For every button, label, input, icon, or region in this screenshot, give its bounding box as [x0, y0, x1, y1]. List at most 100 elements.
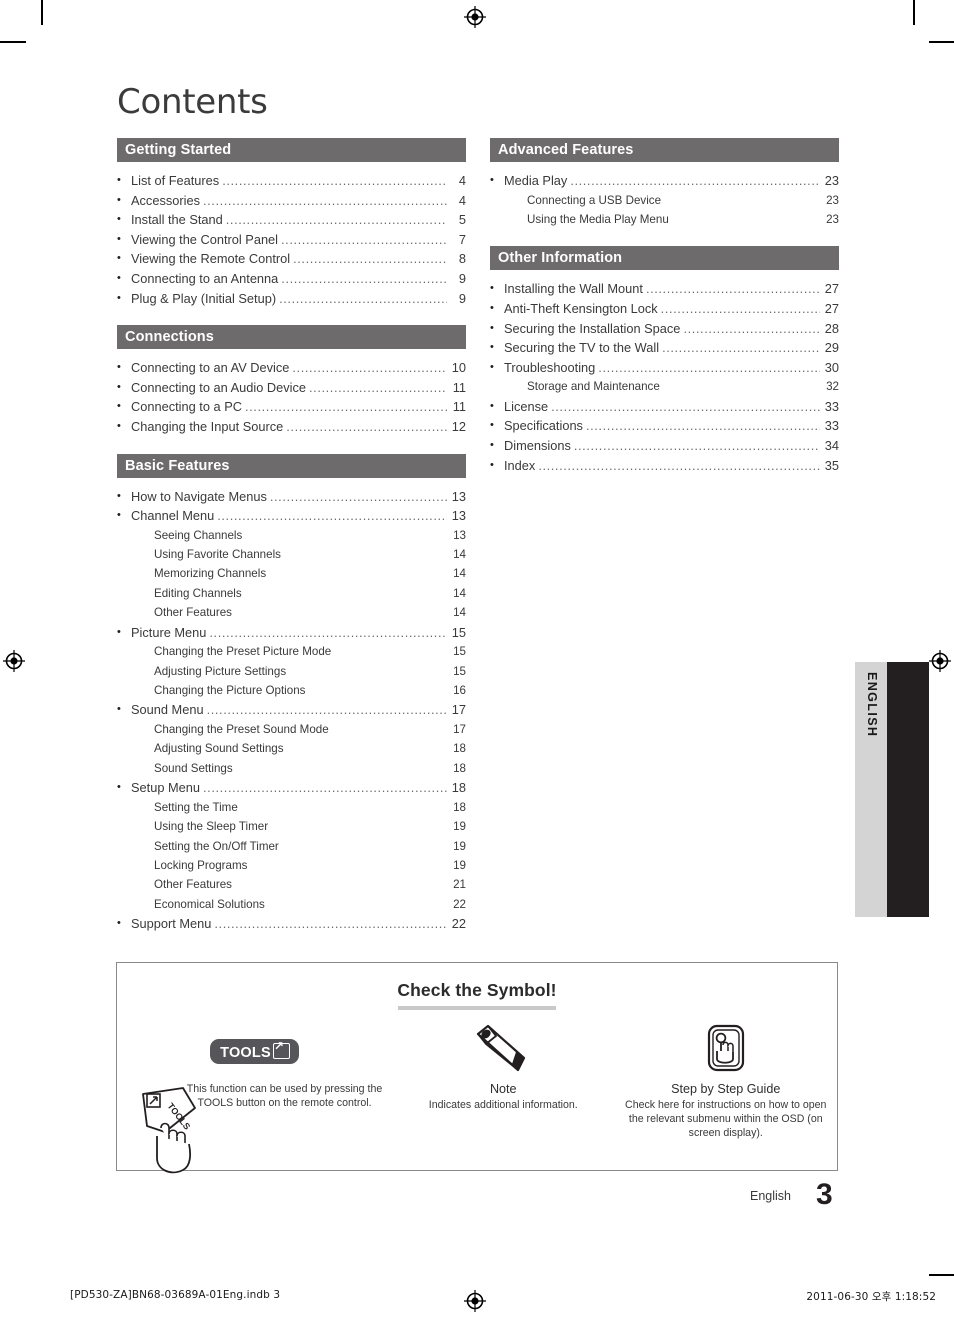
toc-entry-page: 16 — [453, 684, 466, 698]
toc-entry-page: 9 — [458, 290, 466, 306]
toc-dot-leader: ........................................… — [236, 759, 447, 779]
toc-entry[interactable]: Sound Menu..............................… — [117, 700, 466, 720]
toc-dot-leader: ........................................… — [308, 681, 447, 701]
toc-dot-leader: ........................................… — [269, 488, 447, 504]
toc-entry-page: 15 — [453, 664, 466, 678]
print-footer-timestamp: 2011-06-30 오후 1:18:52 — [806, 1291, 936, 1303]
toc-entry-page: 18 — [451, 780, 466, 796]
toc-entry[interactable]: Troubleshooting.........................… — [490, 358, 839, 378]
toc-dot-leader: ........................................… — [672, 210, 820, 230]
toc-entry-page: 23 — [824, 173, 839, 188]
toc-entry[interactable]: Connecting to an Audio Device...........… — [117, 378, 466, 398]
toc-bullet-icon — [117, 378, 131, 398]
toc-entry[interactable]: Economical Solutions....................… — [117, 895, 466, 914]
toc-entry[interactable]: Changing the Preset Picture Mode........… — [117, 642, 466, 661]
toc-dot-leader: ........................................… — [269, 564, 447, 584]
toc-entry-label: Support Menu — [131, 916, 212, 932]
toc-entry-label: Accessories — [131, 192, 200, 208]
toc-entry[interactable]: Plug & Play (Initial Setup).............… — [117, 289, 466, 309]
toc-entry-label: Seeing Channels — [154, 528, 243, 542]
toc-entry[interactable]: Viewing the Remote Control..............… — [117, 249, 466, 269]
toc-entry[interactable]: Locking Programs........................… — [117, 856, 466, 875]
toc-entry-page: 13 — [451, 508, 466, 524]
toc-entry[interactable]: Securing the TV to the Wall.............… — [490, 338, 839, 358]
toc-entry[interactable]: Picture Menu............................… — [117, 623, 466, 643]
toc-dot-leader: ........................................… — [281, 270, 447, 286]
crop-mark-top-right-vertical — [913, 0, 915, 25]
toc-entry[interactable]: Specifications..........................… — [490, 416, 839, 436]
toc-dot-leader: ........................................… — [250, 856, 447, 876]
toc-entry-label: Connecting to an Audio Device — [131, 379, 307, 395]
toc-entry[interactable]: Installing the Wall Mount...............… — [490, 279, 839, 299]
toc-bullet-icon — [117, 230, 131, 250]
toc-dot-leader: ........................................… — [286, 418, 447, 434]
toc-entry-page: 4 — [458, 192, 466, 208]
toc-entry-page: 33 — [824, 398, 839, 414]
toc-entry[interactable]: Index...................................… — [490, 456, 839, 476]
toc-entry[interactable]: Changing the Picture Options............… — [117, 681, 466, 700]
toc-section: Advanced Features Media Play.............… — [490, 138, 839, 229]
toc-entry[interactable]: Connecting to a PC......................… — [117, 397, 466, 417]
toc-entry-label: List of Features — [131, 173, 220, 188]
toc-entry[interactable]: Channel Menu............................… — [117, 506, 466, 526]
symbol-item-step-guide: Step by Step Guide Check here for instru… — [615, 1024, 838, 1140]
toc-entry[interactable]: Media Play..............................… — [490, 171, 839, 191]
toc-dot-leader: ........................................… — [225, 212, 447, 228]
toc-entry[interactable]: Seeing Channels.........................… — [117, 526, 466, 545]
toc-entry-page: 22 — [451, 916, 466, 932]
toc-entry-page: 17 — [453, 723, 466, 737]
toc-entry-page: 15 — [453, 645, 466, 659]
toc-entry[interactable]: List of Features........................… — [117, 171, 466, 191]
toc-entry[interactable]: Other Features..........................… — [117, 875, 466, 894]
toc-dot-leader: ........................................… — [241, 798, 447, 818]
toc-entry[interactable]: Connecting a USB Device.................… — [490, 191, 839, 210]
toc-entry[interactable]: Setting the On/Off Timer................… — [117, 837, 466, 856]
toc-entry[interactable]: Viewing the Control Panel...............… — [117, 230, 466, 250]
toc-bullet-icon — [490, 299, 504, 319]
toc-entry[interactable]: Adjusting Sound Settings................… — [117, 739, 466, 758]
toc-entry-label: Using the Sleep Timer — [154, 820, 269, 834]
toc-entry[interactable]: Securing the Installation Space.........… — [490, 319, 839, 339]
toc-entry[interactable]: Adjusting Picture Settings..............… — [117, 662, 466, 681]
toc-entry[interactable]: How to Navigate Menus...................… — [117, 487, 466, 507]
toc-dot-leader: ........................................… — [573, 437, 820, 453]
toc-dot-leader: ........................................… — [268, 895, 447, 915]
toc-entry[interactable]: Support Menu............................… — [117, 914, 466, 934]
toc-entry-label: Changing the Input Source — [131, 418, 284, 434]
toc-bullet-icon — [117, 623, 131, 643]
toc-entry[interactable]: Anti-Theft Kensington Lock..............… — [490, 299, 839, 319]
toc-entry[interactable]: Storage and Maintenance.................… — [490, 377, 839, 396]
toc-entry-page: 13 — [451, 488, 466, 504]
toc-entry-label: Connecting a USB Device — [527, 193, 662, 207]
toc-entry[interactable]: Using the Sleep Timer...................… — [117, 817, 466, 836]
toc-entry[interactable]: Dimensions..............................… — [490, 436, 839, 456]
toc-entry[interactable]: Connecting to an Antenna................… — [117, 269, 466, 289]
toc-entry[interactable]: Install the Stand.......................… — [117, 210, 466, 230]
toc-entry[interactable]: Setting the Time........................… — [117, 798, 466, 817]
toc-entry[interactable]: Sound Settings..........................… — [117, 759, 466, 778]
toc-entry[interactable]: Accessories.............................… — [117, 191, 466, 211]
toc-dot-leader: ........................................… — [662, 340, 820, 356]
toc-entry[interactable]: Changing the Preset Sound Mode..........… — [117, 720, 466, 739]
tools-pill-label: TOOLS — [220, 1044, 271, 1061]
toc-entry[interactable]: Setup Menu..............................… — [117, 778, 466, 798]
toc-entry[interactable]: Using Favorite Channels.................… — [117, 545, 466, 564]
toc-entry-page: 33 — [824, 418, 839, 434]
toc-entry[interactable]: Memorizing Channels.....................… — [117, 565, 466, 584]
toc-entry[interactable]: Other Features..........................… — [117, 603, 466, 622]
toc-bullet-icon — [117, 191, 131, 211]
toc-entry[interactable]: Editing Channels........................… — [117, 584, 466, 603]
toc-bullet-icon — [490, 171, 504, 191]
toc-entry-page: 32 — [826, 380, 839, 394]
toc-entry-page: 29 — [824, 340, 839, 356]
toc-entry-page: 23 — [826, 212, 839, 226]
toc-entry[interactable]: Using the Media Play Menu...............… — [490, 210, 839, 229]
toc-bullet-icon — [490, 397, 504, 417]
symbol-item-note-heading: Note — [489, 1082, 517, 1096]
toc-bullet-icon — [117, 249, 131, 269]
toc-entry[interactable]: Connecting to an AV Device..............… — [117, 358, 466, 378]
toc-bullet-icon — [117, 289, 131, 309]
language-side-tab: ENGLISH — [855, 662, 887, 917]
toc-entry[interactable]: License.................................… — [490, 397, 839, 417]
toc-entry[interactable]: Changing the Input Source...............… — [117, 417, 466, 437]
